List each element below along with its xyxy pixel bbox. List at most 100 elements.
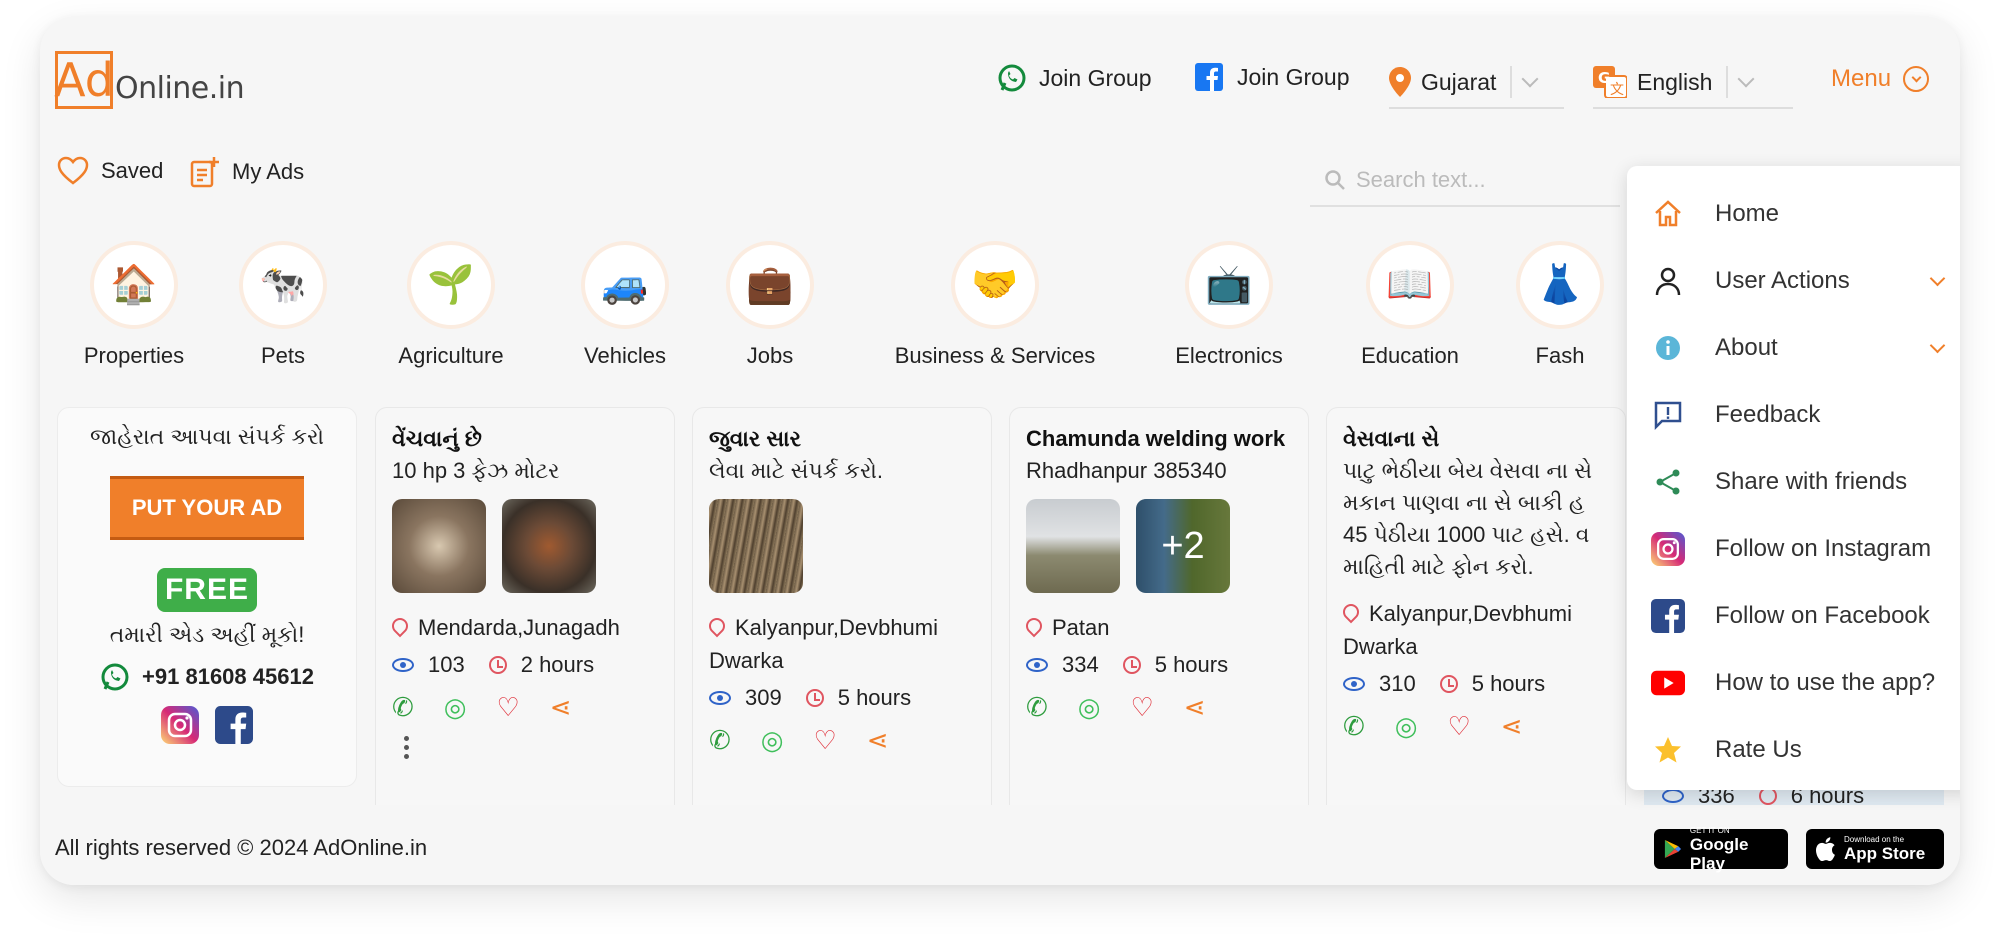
car-icon: 🚙 [585,245,665,325]
menu-item-label: Follow on Instagram [1715,534,1932,562]
ad-thumbnail[interactable] [709,499,803,593]
category-label: Electronics [1175,343,1283,368]
share-icon[interactable]: ⋖ [550,692,572,722]
menu-item-label: About [1715,333,1778,361]
location-pin-icon [388,614,412,638]
category-label: Business & Services [894,343,1096,368]
location-pin-icon [705,614,729,638]
more-options-icon[interactable] [404,736,658,759]
share-icon[interactable]: ⋖ [867,725,889,755]
promo-phone[interactable]: +91 81608 45612 [58,662,356,692]
menu-item-feedback[interactable]: Feedback [1627,381,1960,448]
app-store-small: Download on the [1844,835,1905,844]
whatsapp-icon[interactable]: ◎ [1395,711,1418,741]
whatsapp-icon[interactable]: ◎ [1078,692,1101,722]
instagram-icon[interactable] [161,706,199,744]
time-ago: 5 hours [837,685,912,710]
menu-item-user-actions[interactable]: User Actions [1627,247,1960,314]
heart-icon[interactable]: ♡ [1447,711,1470,741]
category-electronics[interactable]: 📺 Electronics [1169,245,1289,369]
ad-thumbnail[interactable]: +2 [1136,499,1230,593]
eye-icon [1662,789,1684,803]
my-ads-link[interactable]: My Ads [190,156,304,188]
ad-card[interactable]: વેસવાના સે પાટુ ભેઠીયા બેય વેસવા ના સે મ… [1326,407,1626,837]
category-pets[interactable]: 🐄 Pets [243,245,323,369]
join-whatsapp-group-button[interactable]: Join Group [997,63,1152,93]
ad-title: વેસવાના સે [1343,426,1440,451]
menu-item-label: How to use the app? [1715,668,1936,696]
menu-item-facebook[interactable]: Follow on Facebook [1627,582,1960,649]
search-input[interactable] [1356,167,1596,193]
whatsapp-icon[interactable]: ◎ [761,725,784,755]
state-selector[interactable]: Gujarat [1389,57,1564,109]
google-play-badge[interactable]: GET IT ON Google Play [1654,826,1788,873]
menu-item-share[interactable]: Share with friends [1627,448,1960,515]
share-icon[interactable]: ⋖ [1184,692,1206,722]
category-label: Fash [1535,343,1585,368]
phone-icon[interactable]: ✆ [392,692,414,722]
ad-subtitle: લેવા માટે સંપર્ક કરો. [709,458,883,483]
ad-subtitle: પાટુ ભેઠીયા બેય વેસવા ના સે મકાન પાણવા ન… [1343,458,1593,579]
time-ago: 5 hours [1154,652,1229,677]
menu-item-label: Feedback [1715,400,1821,428]
menu-button[interactable]: Menu [1831,65,1930,93]
ad-thumbnail[interactable] [502,499,596,593]
language-selector[interactable]: G 文 English [1593,57,1793,109]
category-fashion[interactable]: 👗 Fash [1520,245,1600,369]
ad-card[interactable]: Chamunda welding work Rhadhanpur 385340 … [1009,407,1309,837]
views-count: 310 [1379,671,1416,696]
menu-item-home[interactable]: Home [1627,180,1960,247]
ad-location: Mendarda,Junagadh [388,611,658,644]
whatsapp-icon[interactable]: ◎ [444,692,467,722]
menu-item-instagram[interactable]: Follow on Instagram [1627,515,1960,582]
ad-subtitle: 10 hp 3 ફેઝ મોટર [392,458,560,483]
share-icon [1651,465,1685,499]
ad-card[interactable]: જુવાર સાર લેવા માટે સંપર્ક કરો. Kalyanpu… [692,407,992,837]
time-ago: 5 hours [1471,671,1546,696]
menu-item-rate-us[interactable]: Rate Us [1627,716,1960,783]
menu-item-label: Share with friends [1715,467,1908,495]
eye-icon [709,691,731,705]
phone-icon[interactable]: ✆ [709,725,731,755]
join-facebook-group-button[interactable]: Join Group [1195,63,1350,91]
plant-icon: 🌱 [411,245,491,325]
category-business-services[interactable]: 🤝 Business & Services [885,245,1105,369]
menu-item-about[interactable]: About [1627,314,1960,381]
site-logo[interactable]: Ad Online.in [54,51,245,109]
heart-outline-icon [57,156,89,185]
promo-card[interactable]: જાહેરાત આપવા સંપર્ક કરો PUT YOUR AD FREE… [57,407,357,787]
ad-thumbnail[interactable] [392,499,486,593]
put-your-ad-button[interactable]: PUT YOUR AD [110,476,304,540]
briefcase-icon: 💼 [730,245,810,325]
search-box[interactable] [1310,155,1620,207]
facebook-icon[interactable] [215,706,253,744]
ad-card[interactable]: વેંચવાનું છે 10 hp 3 ફેઝ મોટર Mendarda,J… [375,407,675,837]
ad-title: વેંચવાનું છે [392,426,482,451]
category-jobs[interactable]: 💼 Jobs [730,245,810,369]
join-whatsapp-label: Join Group [1039,64,1152,91]
saved-link[interactable]: Saved [57,156,163,186]
category-education[interactable]: 📖 Education [1355,245,1465,369]
heart-icon[interactable]: ♡ [813,725,836,755]
phone-icon[interactable]: ✆ [1343,711,1365,741]
heart-icon[interactable]: ♡ [496,692,519,722]
location-pin-icon [1339,600,1363,624]
category-agriculture[interactable]: 🌱 Agriculture [389,245,513,369]
category-vehicles[interactable]: 🚙 Vehicles [575,245,675,369]
ad-stats: 334 5 hours [1026,652,1292,678]
share-icon[interactable]: ⋖ [1501,711,1523,741]
ad-stats: 310 5 hours [1343,671,1609,697]
youtube-icon [1651,666,1685,700]
ad-thumbnail[interactable] [1026,499,1120,593]
whatsapp-icon [998,64,1026,92]
phone-icon[interactable]: ✆ [1026,692,1048,722]
app-store-badge[interactable]: Download on the App Store [1806,829,1944,869]
instagram-icon [1651,531,1685,566]
apple-icon [1816,837,1835,861]
appliances-icon: 📺 [1189,245,1269,325]
menu-item-how-to-use[interactable]: How to use the app? [1627,649,1960,716]
more-photos-count: +2 [1136,499,1230,593]
category-properties[interactable]: 🏠 Properties [79,245,189,369]
heart-icon[interactable]: ♡ [1130,692,1153,722]
ad-location: Kalyanpur,Devbhumi Dwarka [1339,597,1609,663]
